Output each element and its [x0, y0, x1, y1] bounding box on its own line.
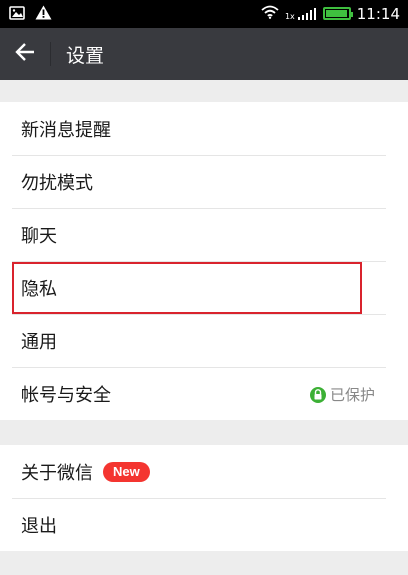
- signal-icon: 1x: [285, 7, 317, 21]
- account-protection-label: 已保护: [329, 386, 375, 404]
- lock-icon: [309, 386, 326, 403]
- title-separator: [50, 42, 51, 66]
- battery-icon: [322, 7, 353, 20]
- settings-item-logout[interactable]: 退出: [0, 498, 408, 551]
- settings-item-label: 新消息提醒: [21, 119, 111, 141]
- settings-item-about-wechat[interactable]: 关于微信 New: [0, 445, 408, 498]
- settings-item-do-not-disturb[interactable]: 勿扰模式: [0, 155, 408, 208]
- new-badge: New: [103, 461, 150, 482]
- arrow-left-icon: [14, 42, 36, 66]
- settings-item-label: 帐号与安全: [21, 384, 111, 406]
- settings-item-label: 隐私: [21, 278, 57, 300]
- page-title: 设置: [66, 45, 105, 67]
- settings-group-secondary: 关于微信 New 退出: [0, 445, 408, 551]
- account-protection-status: 已保护: [309, 384, 375, 405]
- settings-item-privacy[interactable]: 隐私: [0, 261, 408, 314]
- wifi-icon: [261, 4, 279, 23]
- status-right-icons: 1x 11:14: [261, 4, 400, 23]
- settings-group-main: 新消息提醒 勿扰模式 聊天 隐私 通用 帐号与安全 已保护: [0, 102, 408, 420]
- title-bar: 设置: [0, 28, 408, 80]
- settings-item-label: 通用: [21, 331, 57, 353]
- back-button[interactable]: [8, 38, 42, 70]
- network-type-label: 1x: [284, 11, 295, 21]
- settings-item-chat[interactable]: 聊天: [0, 208, 408, 261]
- status-left-icons: [9, 5, 52, 24]
- image-icon: [9, 5, 25, 24]
- settings-item-label: 勿扰模式: [21, 172, 93, 194]
- battery-fill: [325, 10, 347, 17]
- settings-item-account-security[interactable]: 帐号与安全 已保护: [0, 367, 408, 420]
- settings-item-label: 关于微信: [21, 462, 93, 484]
- settings-item-general[interactable]: 通用: [0, 314, 408, 367]
- warning-icon: [35, 5, 52, 24]
- settings-item-label: 退出: [21, 515, 57, 537]
- settings-item-label: 聊天: [21, 225, 57, 247]
- settings-item-new-message-alerts[interactable]: 新消息提醒: [0, 102, 408, 155]
- status-time: 11:14: [356, 4, 400, 23]
- status-bar: 1x 11:14: [0, 0, 408, 28]
